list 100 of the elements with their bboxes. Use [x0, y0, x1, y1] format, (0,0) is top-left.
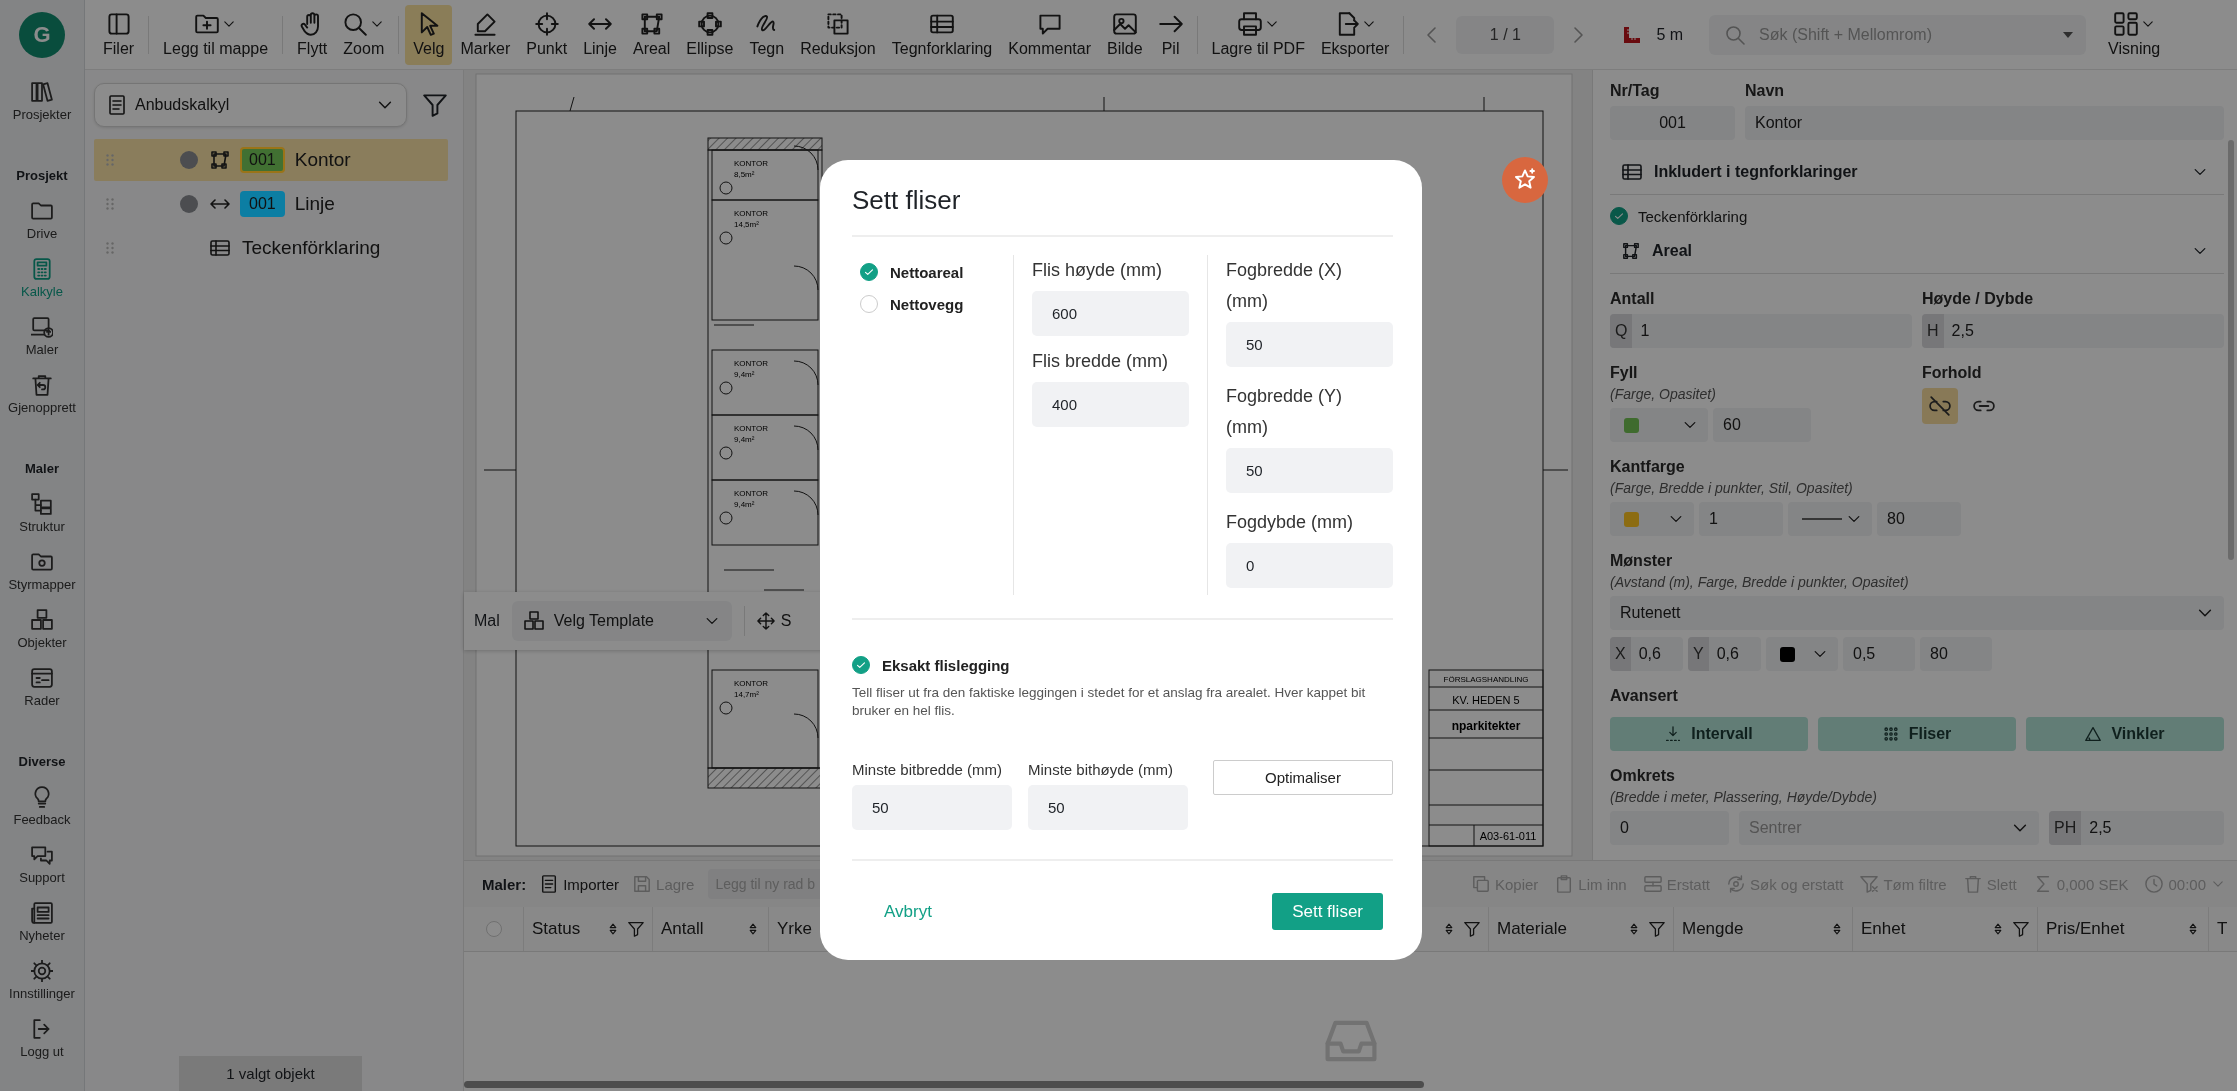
- import-button[interactable]: Importer: [540, 875, 620, 893]
- arrow-down-icon: [1665, 726, 1682, 742]
- action-button[interactable]: Fliser: [1818, 717, 2016, 751]
- tree-item[interactable]: 001 Kontor: [94, 139, 448, 181]
- confirm-button[interactable]: Sett fliser: [1272, 893, 1383, 930]
- column-header[interactable]: Pris/Enhet: [2037, 907, 2208, 951]
- toolbar-button[interactable]: Reduksjon: [792, 4, 884, 65]
- column-header[interactable]: Materiale: [1488, 907, 1673, 951]
- toolbar-button[interactable]: Eksporter: [1312, 4, 1398, 65]
- cubes-icon: [523, 611, 544, 631]
- input-field[interactable]: 001: [1610, 106, 1735, 140]
- select-all-checkbox[interactable]: [485, 921, 502, 937]
- nav-item[interactable]: Prosjekter: [0, 72, 84, 130]
- toggle-button[interactable]: [1922, 388, 1958, 424]
- input-field[interactable]: 80: [1920, 637, 1992, 671]
- pattern-select[interactable]: Rutenett: [1610, 596, 2224, 630]
- drag-handle-icon[interactable]: [106, 198, 114, 210]
- toolbar-button[interactable]: Velg: [405, 4, 453, 65]
- input-field[interactable]: 400: [1032, 382, 1189, 427]
- optimize-button[interactable]: Optimaliser: [1213, 760, 1393, 795]
- room-label: KONTOR: [734, 424, 769, 433]
- action-button[interactable]: Intervall: [1610, 717, 1808, 751]
- color-select[interactable]: [1610, 502, 1694, 536]
- input-field[interactable]: 50: [1226, 448, 1393, 493]
- toolbar-button[interactable]: Pil: [1150, 4, 1191, 65]
- line-style-select[interactable]: [1788, 502, 1872, 536]
- nav-item[interactable]: Objekter: [0, 600, 84, 658]
- nav-item[interactable]: Maler: [0, 307, 84, 365]
- toolbar-button[interactable]: Filer: [95, 4, 143, 65]
- nav-item[interactable]: Logg ut: [0, 1009, 84, 1067]
- filter-icon: [1464, 921, 1480, 937]
- checkbox[interactable]: Teckenförklaring: [1610, 207, 1748, 225]
- toolbar-button[interactable]: Punkt: [518, 4, 576, 65]
- toolbar-button[interactable]: Ellipse: [678, 4, 742, 65]
- nav-item[interactable]: Nyheter: [0, 893, 84, 951]
- room-area: 14,5m²: [734, 220, 759, 229]
- tree-item[interactable]: Teckenförklaring: [94, 227, 448, 269]
- toolbar-button[interactable]: S: [756, 612, 792, 630]
- section-header[interactable]: Areal: [1610, 229, 2224, 274]
- nav-item[interactable]: Innstillinger: [0, 951, 84, 1009]
- toolbar-button[interactable]: Linje: [575, 4, 625, 65]
- toolbar-button[interactable]: Marker: [452, 4, 519, 65]
- input-field[interactable]: H 2,5: [1922, 314, 2224, 348]
- nav-item[interactable]: Rader: [0, 658, 84, 716]
- column-header[interactable]: Antall: [652, 907, 768, 951]
- toolbar-button[interactable]: Zoom: [335, 4, 393, 65]
- nav-item[interactable]: Gjenopprett: [0, 365, 84, 423]
- toolbar-button[interactable]: Bilde: [1098, 4, 1151, 65]
- checkbox[interactable]: Eksakt flislegging: [852, 656, 1010, 674]
- input-field[interactable]: Kontor: [1745, 106, 2224, 140]
- input-field[interactable]: 60: [1713, 408, 1811, 442]
- input-field[interactable]: 50: [1226, 322, 1393, 367]
- input-field[interactable]: PH 2,5: [2049, 811, 2224, 845]
- toolbar-button[interactable]: Legg til mappe: [155, 4, 277, 65]
- color-select[interactable]: [1610, 408, 1708, 442]
- title-block-text: nparkitekter: [1451, 719, 1521, 733]
- input-field[interactable]: 0: [1610, 811, 1729, 845]
- input-field[interactable]: 0: [1226, 543, 1393, 588]
- column-header[interactable]: Enhet: [1852, 907, 2037, 951]
- input-field[interactable]: 80: [1877, 502, 1961, 536]
- input-field[interactable]: 50: [1028, 785, 1188, 830]
- input-field[interactable]: X 0,6: [1610, 637, 1683, 671]
- nav-item[interactable]: Struktur: [0, 484, 84, 542]
- input-field[interactable]: 1: [1699, 502, 1783, 536]
- input-field[interactable]: Q 1: [1610, 314, 1912, 348]
- toolbar-button[interactable]: Tegnforklaring: [883, 4, 1001, 65]
- nav-item[interactable]: Feedback: [0, 777, 84, 835]
- toolbar-button[interactable]: Flytt: [289, 4, 336, 65]
- input-field[interactable]: 0,5: [1843, 637, 1915, 671]
- input-field[interactable]: 600: [1032, 291, 1189, 336]
- scrollbar[interactable]: [2228, 140, 2234, 560]
- nav-item[interactable]: Drive: [0, 191, 84, 249]
- toolbar-button[interactable]: Kommentar: [1000, 4, 1099, 65]
- column-header[interactable]: Mengde: [1673, 907, 1852, 951]
- field-label: Høyde / Dybde: [1922, 290, 2035, 308]
- list-dropdown[interactable]: Anbudskalkyl: [94, 83, 407, 127]
- drag-handle-icon[interactable]: [106, 242, 114, 254]
- radio-option[interactable]: Nettoareal: [860, 263, 1013, 281]
- scrollbar[interactable]: [464, 1081, 1424, 1088]
- radio-option[interactable]: Nettovegg: [860, 295, 1013, 313]
- toolbar-button[interactable]: Areal: [624, 4, 679, 65]
- column-header[interactable]: Status: [523, 907, 652, 951]
- toolbar-button[interactable]: Tegn: [741, 4, 793, 65]
- input-field[interactable]: Y 0,6: [1688, 637, 1761, 671]
- color-select[interactable]: [1766, 637, 1838, 671]
- app-logo[interactable]: G: [19, 12, 65, 58]
- tree-item[interactable]: 001 Linje: [94, 183, 448, 225]
- toolbar-button[interactable]: Lagre til PDF: [1203, 4, 1313, 65]
- toolbar-button[interactable]: Visning: [2100, 4, 2169, 65]
- column-header[interactable]: T: [2208, 907, 2237, 951]
- drawing-number: A03-61-011: [1479, 830, 1537, 842]
- section-header[interactable]: Inkludert i tegnforklaringer: [1610, 150, 2224, 195]
- nav-item[interactable]: Support: [0, 835, 84, 893]
- template-select[interactable]: Velg Template: [511, 601, 732, 641]
- nav-item[interactable]: Styrmapper: [0, 542, 84, 600]
- cancel-button[interactable]: Avbryt: [882, 897, 934, 926]
- room-area: 9,4m²: [734, 435, 755, 444]
- drag-handle-icon[interactable]: [106, 154, 114, 166]
- input-field[interactable]: 50: [852, 785, 1012, 830]
- action-button[interactable]: Vinkler: [2026, 717, 2224, 751]
